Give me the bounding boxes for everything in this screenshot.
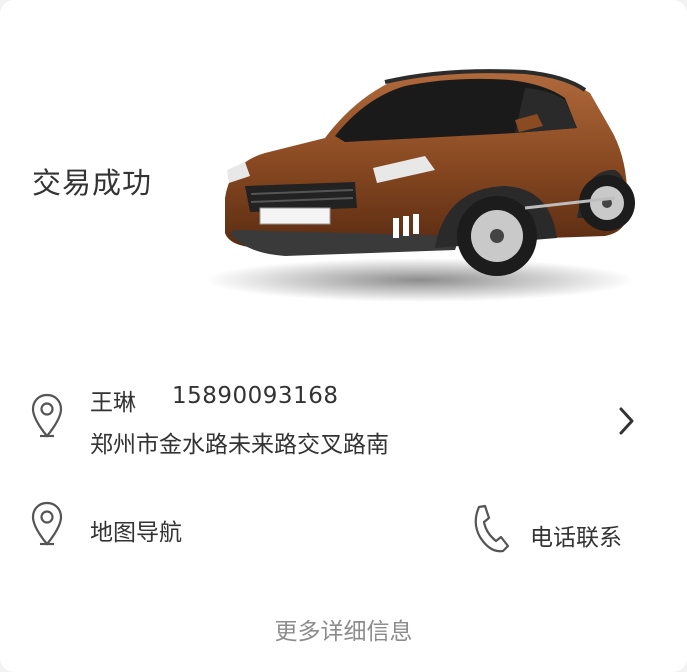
location-pin-icon bbox=[31, 501, 63, 546]
map-navigation-button[interactable]: 地图导航 bbox=[90, 513, 182, 547]
call-contact-button[interactable]: 电话联系 bbox=[530, 518, 622, 552]
chevron-right-icon bbox=[619, 407, 634, 435]
more-details-link[interactable]: 更多详细信息 bbox=[0, 612, 687, 646]
order-card: 交易成功 王琳 15890093168 郑州市金水路未来路交叉路南 地图导航 电… bbox=[0, 0, 687, 672]
car-image bbox=[205, 69, 635, 302]
contact-address: 郑州市金水路未来路交叉路南 bbox=[90, 432, 389, 458]
location-pin-icon bbox=[31, 393, 63, 438]
contact-phone: 15890093168 bbox=[172, 383, 339, 409]
order-status-title: 交易成功 bbox=[32, 166, 153, 200]
contact-name: 王琳 bbox=[90, 390, 136, 416]
phone-handset-icon bbox=[474, 504, 510, 553]
